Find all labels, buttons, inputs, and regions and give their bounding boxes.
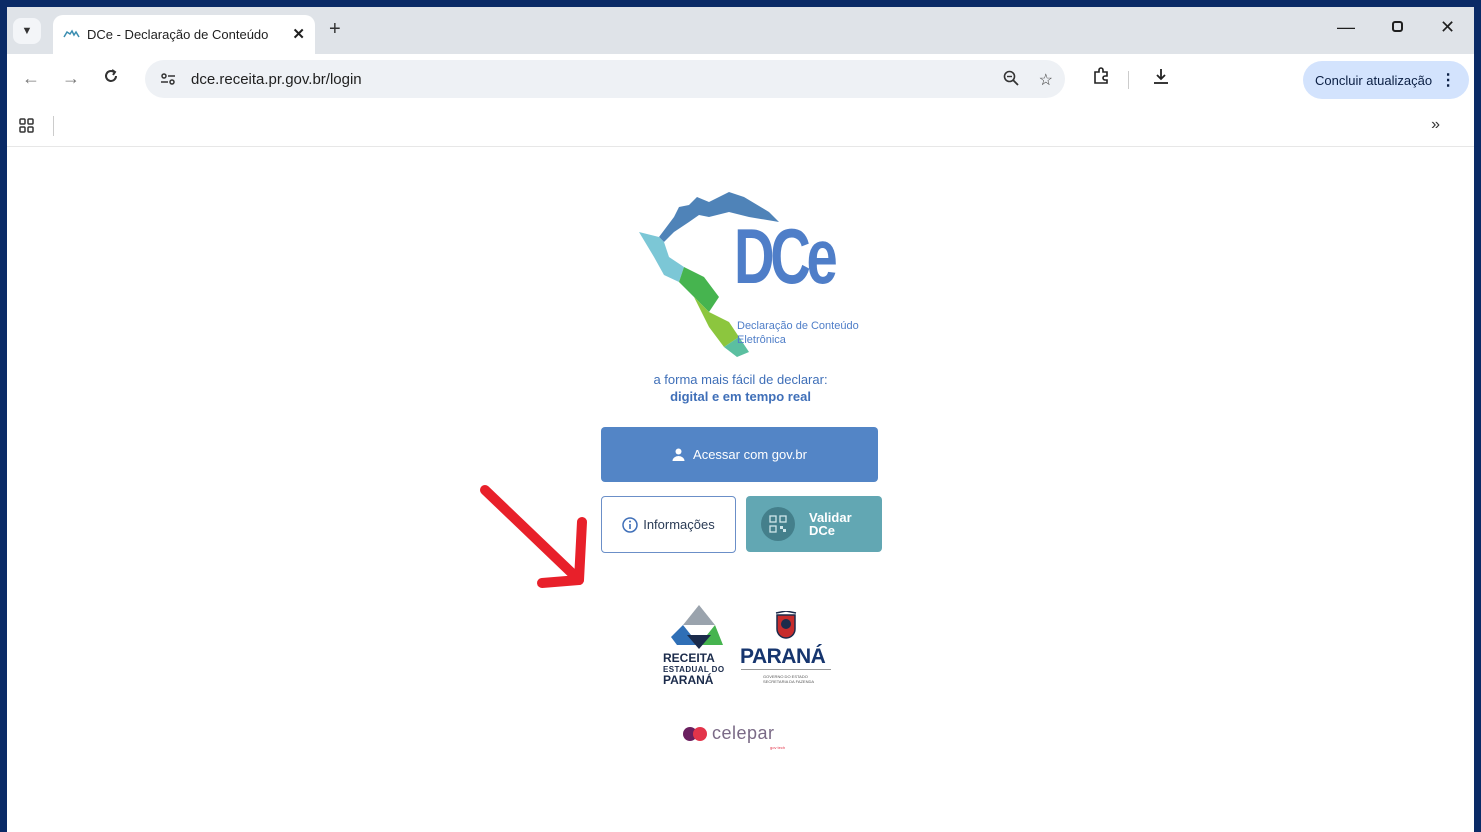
qr-icon (761, 507, 795, 541)
more-icon[interactable]: ⋮ (1440, 70, 1456, 90)
parana-subtitle: GOVERNO DO ESTADO SECRETARIA DA FAZENDA (763, 674, 815, 684)
page-content: DCe Declaração de Conteúdo Eletrônica a … (7, 147, 1474, 832)
bookmarks-divider (53, 116, 54, 136)
dce-wordmark: DCe (734, 212, 838, 300)
tagline-line1: a forma mais fácil de declarar: (653, 372, 828, 387)
validar-dce-button[interactable]: Validar DCe (746, 496, 882, 552)
tab-strip: ▼ DCe - Declaração de Conteúdo ✕ + — ✕ (7, 7, 1474, 54)
parana-divider (741, 669, 831, 670)
celepar-logo: celepar (683, 723, 775, 744)
info-button[interactable]: Informações (601, 496, 736, 553)
minimize-icon[interactable]: — (1337, 17, 1355, 38)
restore-icon[interactable] (1391, 17, 1405, 38)
forward-icon[interactable]: → (62, 68, 80, 89)
user-icon (672, 448, 685, 461)
browser-tab[interactable]: DCe - Declaração de Conteúdo ✕ (53, 15, 315, 54)
login-govbr-button[interactable]: Acessar com gov.br (601, 427, 878, 482)
parana-wordmark: PARANÁ (740, 645, 826, 668)
celepar-dot-red (693, 726, 707, 741)
tab-title: DCe - Declaração de Conteúdo (87, 27, 269, 42)
celepar-tagline: gov tech (770, 745, 786, 750)
back-icon[interactable]: ← (22, 68, 40, 89)
arrow-icon (480, 485, 587, 588)
address-bar[interactable]: dce.receita.pr.gov.br/login ☆ (145, 60, 1065, 98)
new-tab-icon[interactable]: + (329, 18, 341, 41)
apps-icon[interactable] (19, 118, 35, 139)
toolbar-divider (1128, 71, 1129, 89)
download-icon[interactable] (1152, 67, 1170, 90)
toolbar: ← → dce.receita.pr.gov.br/login ☆ Conclu… (7, 54, 1474, 106)
update-button[interactable]: Concluir atualização ⋮ (1303, 61, 1469, 99)
info-icon (622, 516, 638, 533)
browser-window: ▼ DCe - Declaração de Conteúdo ✕ + — ✕ ←… (7, 7, 1474, 832)
dce-subtitle: Declaração de Conteúdo Eletrônica (737, 320, 859, 346)
chevrons-icon[interactable]: » (1431, 116, 1440, 134)
star-icon[interactable]: ☆ (1039, 70, 1053, 91)
reload-icon[interactable] (103, 68, 119, 89)
favicon-icon (63, 28, 81, 42)
tab-list-icon[interactable]: ▼ (13, 18, 41, 44)
site-info-icon[interactable] (157, 72, 179, 86)
parana-coat-of-arms (775, 611, 797, 639)
tagline-line2: digital e em tempo real (670, 389, 811, 404)
receita-wordmark: RECEITA ESTADUAL DO PARANÁ (663, 651, 725, 687)
window-close-icon[interactable]: ✕ (1440, 17, 1455, 38)
zoom-icon[interactable] (1003, 70, 1019, 91)
extensions-icon[interactable] (1092, 67, 1110, 90)
url-text: dce.receita.pr.gov.br/login (191, 70, 362, 88)
close-icon[interactable]: ✕ (292, 25, 305, 43)
bookmarks-bar: » (7, 106, 1474, 147)
